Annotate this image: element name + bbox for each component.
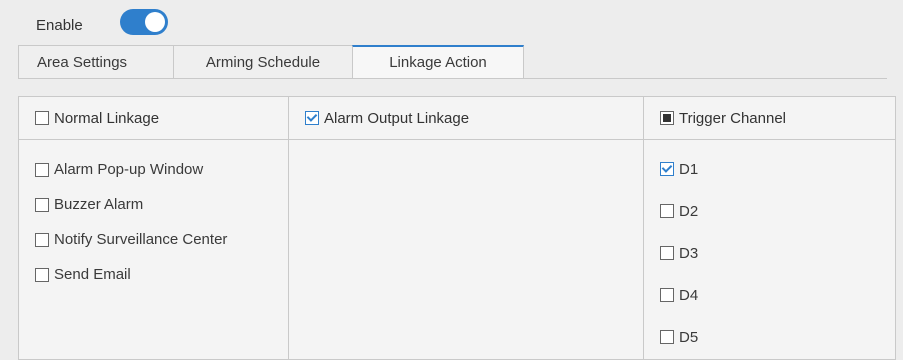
enable-label: Enable bbox=[36, 16, 83, 34]
channel-label: D4 bbox=[679, 286, 699, 304]
channel-d5[interactable]: D5 bbox=[660, 316, 895, 358]
alarm-popup-checkbox[interactable] bbox=[35, 162, 49, 177]
send-email-checkbox[interactable] bbox=[35, 267, 49, 282]
option-label: Alarm Pop-up Window bbox=[54, 161, 204, 178]
option-label: Buzzer Alarm bbox=[54, 196, 144, 213]
notify-center-checkbox[interactable] bbox=[35, 232, 49, 247]
channel-label: D1 bbox=[679, 160, 699, 178]
normal-linkage-header[interactable]: Normal Linkage bbox=[19, 97, 289, 140]
alarm-output-linkage-checkbox[interactable] bbox=[305, 111, 319, 125]
trigger-channel-label: Trigger Channel bbox=[679, 109, 786, 127]
tab-divider bbox=[18, 78, 887, 79]
tab-area-settings[interactable]: Area Settings bbox=[18, 45, 174, 78]
normal-linkage-checkbox[interactable] bbox=[35, 111, 49, 125]
option-notify-surveillance-center[interactable]: Notify Surveillance Center bbox=[35, 222, 288, 257]
option-send-email[interactable]: Send Email bbox=[35, 257, 288, 292]
trigger-channel-list: D1 D2 D3 D4 D5 bbox=[644, 140, 895, 359]
channel-d3-checkbox[interactable] bbox=[660, 246, 674, 260]
channel-d1-checkbox[interactable] bbox=[660, 162, 674, 176]
channel-d5-checkbox[interactable] bbox=[660, 330, 674, 344]
normal-linkage-list: Alarm Pop-up Window Buzzer Alarm Notify … bbox=[19, 140, 289, 359]
channel-label: D2 bbox=[679, 202, 699, 220]
enable-row: Enable bbox=[36, 8, 168, 42]
channel-label: D5 bbox=[679, 328, 699, 346]
option-alarm-popup-window[interactable]: Alarm Pop-up Window bbox=[35, 152, 288, 187]
option-label: Notify Surveillance Center bbox=[54, 231, 228, 248]
channel-d1[interactable]: D1 bbox=[660, 148, 895, 190]
channel-d4[interactable]: D4 bbox=[660, 274, 895, 316]
channel-d4-checkbox[interactable] bbox=[660, 288, 674, 302]
buzzer-alarm-checkbox[interactable] bbox=[35, 197, 49, 212]
channel-d3[interactable]: D3 bbox=[660, 232, 895, 274]
channel-label: D3 bbox=[679, 244, 699, 262]
tab-arming-schedule[interactable]: Arming Schedule bbox=[173, 45, 353, 78]
alarm-output-linkage-label: Alarm Output Linkage bbox=[324, 109, 470, 127]
trigger-channel-checkbox[interactable] bbox=[660, 111, 674, 125]
toggle-knob bbox=[145, 12, 165, 32]
normal-linkage-label: Normal Linkage bbox=[54, 109, 160, 127]
channel-d2-checkbox[interactable] bbox=[660, 204, 674, 218]
option-label: Send Email bbox=[54, 266, 131, 283]
alarm-output-list bbox=[289, 140, 644, 359]
alarm-output-linkage-header[interactable]: Alarm Output Linkage bbox=[289, 97, 644, 140]
linkage-panel: Normal Linkage Alarm Output Linkage Trig… bbox=[18, 96, 896, 360]
tab-linkage-action[interactable]: Linkage Action bbox=[352, 45, 524, 78]
tab-bar: Area Settings Arming Schedule Linkage Ac… bbox=[18, 45, 524, 78]
channel-d2[interactable]: D2 bbox=[660, 190, 895, 232]
option-buzzer-alarm[interactable]: Buzzer Alarm bbox=[35, 187, 288, 222]
trigger-channel-header[interactable]: Trigger Channel bbox=[644, 97, 895, 140]
enable-toggle[interactable] bbox=[120, 9, 168, 35]
